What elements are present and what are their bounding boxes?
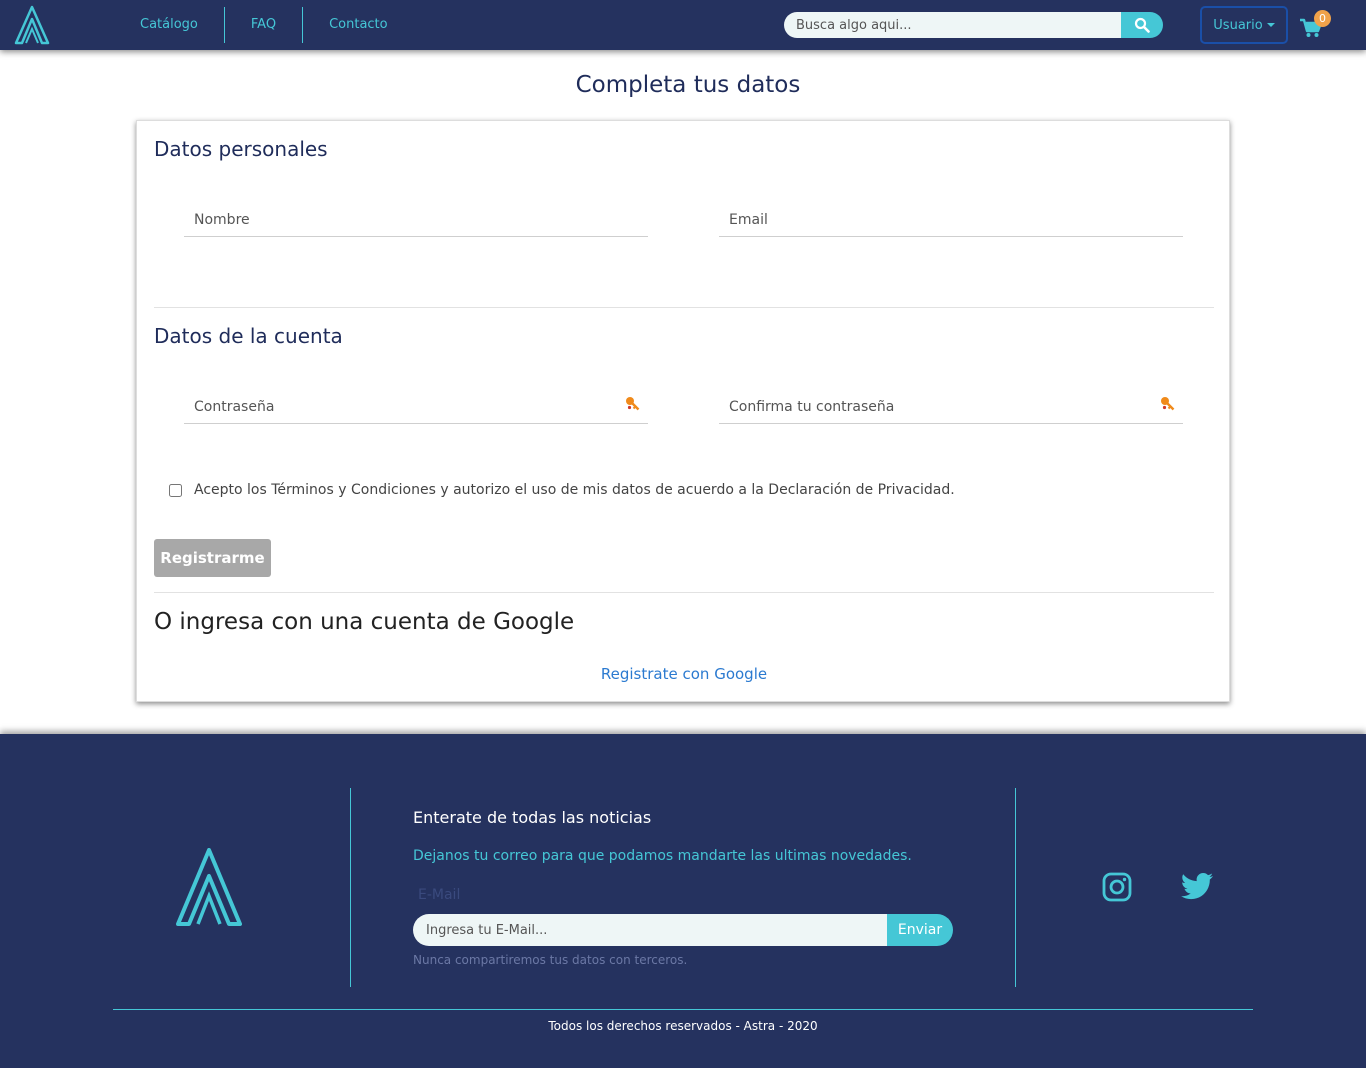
section-divider <box>154 307 1214 308</box>
copyright-text: Todos los derechos reservados - Astra - … <box>548 1019 818 1033</box>
confirm-password-field <box>719 390 1183 424</box>
footer-rule <box>113 1009 1253 1010</box>
password-input[interactable] <box>184 390 648 423</box>
page-title: Completa tus datos <box>575 72 801 98</box>
newsletter-email-input[interactable] <box>413 914 887 946</box>
newsletter-form: Enviar <box>413 914 953 946</box>
footer-divider <box>1015 788 1016 987</box>
newsletter-subtitle: Dejanos tu correo para que podamos manda… <box>413 848 912 864</box>
newsletter-email-label: E-Mail <box>418 887 461 903</box>
instagram-icon[interactable] <box>1102 872 1132 902</box>
terms-row: Acepto los Términos y Condiciones y auto… <box>169 482 955 498</box>
section-divider <box>154 592 1214 593</box>
key-icon[interactable] <box>1160 396 1175 411</box>
nav-link-faq[interactable]: FAQ <box>223 7 302 43</box>
google-register-link[interactable]: Registrate con Google <box>137 665 1231 683</box>
email-input[interactable] <box>719 203 1183 236</box>
register-button[interactable]: Registrarme <box>154 539 271 577</box>
search-input[interactable] <box>784 12 1121 38</box>
search-icon <box>1134 17 1150 33</box>
astra-logo[interactable] <box>14 5 50 45</box>
password-field <box>184 390 648 424</box>
footer: Enterate de todas las noticias Dejanos t… <box>0 734 1366 1068</box>
email-field <box>719 203 1183 237</box>
astra-logo <box>176 848 242 926</box>
navbar: Catálogo FAQ Contacto Usuario 0 <box>0 0 1366 50</box>
twitter-icon[interactable] <box>1180 872 1214 902</box>
newsletter-send-button[interactable]: Enviar <box>887 914 953 946</box>
account-data-title: Datos de la cuenta <box>154 324 343 348</box>
nav-links: Catálogo FAQ Contacto <box>114 0 414 50</box>
search-button[interactable] <box>1121 12 1163 38</box>
newsletter-title: Enterate de todas las noticias <box>413 808 652 827</box>
name-input[interactable] <box>184 203 648 236</box>
confirm-password-input[interactable] <box>719 390 1183 423</box>
user-menu-label: Usuario <box>1213 17 1263 33</box>
cart-count-badge: 0 <box>1314 10 1331 27</box>
nav-link-contacto[interactable]: Contacto <box>302 7 414 43</box>
terms-label: Acepto los Términos y Condiciones y auto… <box>194 482 955 498</box>
name-field <box>184 203 648 237</box>
nav-link-catalogo[interactable]: Catálogo <box>114 7 224 43</box>
search-bar <box>784 12 1163 38</box>
terms-checkbox[interactable] <box>169 483 182 497</box>
registration-card: Datos personales Datos de la cuenta Acep… <box>136 120 1230 702</box>
google-section-title: O ingresa con una cuenta de Google <box>154 609 575 635</box>
footer-divider <box>350 788 351 987</box>
chevron-down-icon <box>1266 23 1275 27</box>
key-icon[interactable] <box>625 396 640 411</box>
user-menu-button[interactable]: Usuario <box>1200 6 1288 44</box>
personal-data-title: Datos personales <box>154 137 328 161</box>
newsletter-privacy-note: Nunca compartiremos tus datos con tercer… <box>413 953 688 967</box>
